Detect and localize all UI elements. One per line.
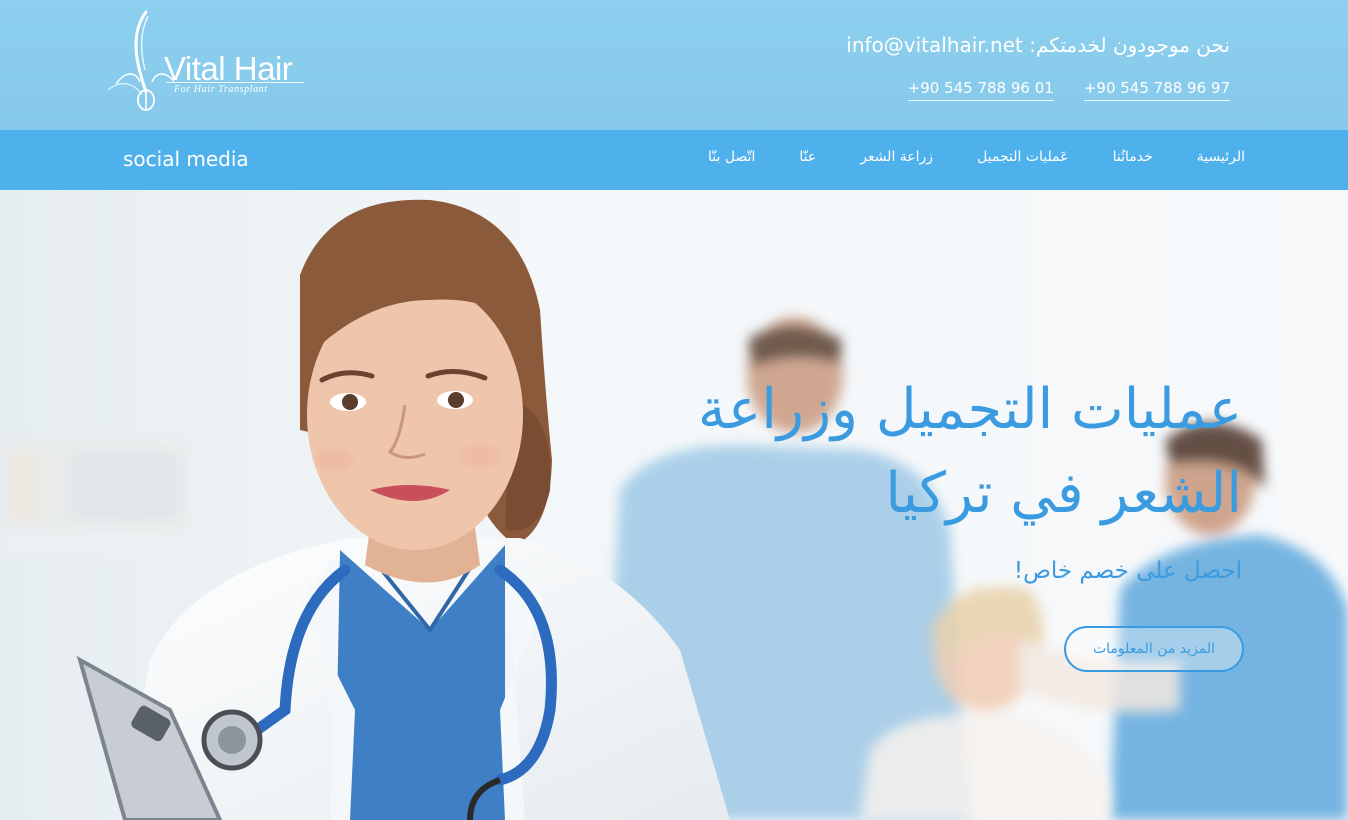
nav-item-home[interactable]: الرئيسية: [1197, 149, 1245, 165]
site-logo[interactable]: Vital Hair For Hair Transplant: [104, 10, 314, 115]
hero-subtitle: احصل على خصم خاص!: [1013, 558, 1242, 584]
logo-tagline: For Hair Transplant: [174, 84, 268, 95]
social-media-link[interactable]: social media: [123, 147, 249, 171]
nav-item-about[interactable]: عنّا: [799, 149, 816, 165]
more-info-button[interactable]: المزيد من المعلومات: [1064, 626, 1244, 672]
hero-title: عمليات التجميل وزراعة الشعر في تركيا: [697, 377, 1242, 526]
nav-item-contact[interactable]: اتّصل بنّا: [708, 149, 755, 165]
logo-divider: [166, 82, 304, 83]
contact-email[interactable]: نحن موجودون لخدمتكم: info@vitalhair.net: [846, 33, 1230, 57]
top-header: Vital Hair For Hair Transplant نحن موجود…: [0, 0, 1348, 130]
hero-banner: عمليات التجميل وزراعة الشعر في تركيا احص…: [0, 190, 1348, 820]
nav-item-cosmetic-surgery[interactable]: عَمليات التجميل: [977, 149, 1069, 165]
nav-item-hair-transplant[interactable]: زراعة الشعر: [860, 149, 933, 165]
nav-menu: الرئيسية خدماتُنا عَمليات التجميل زراعة …: [708, 149, 1245, 165]
phone-link-2[interactable]: +90 545 788 96 01: [907, 79, 1054, 101]
main-nav: social media الرئيسية خدماتُنا عَمليات ا…: [0, 130, 1348, 190]
phone-list: +90 545 788 96 97 +90 545 788 96 01: [907, 79, 1230, 101]
nav-item-services[interactable]: خدماتُنا: [1113, 149, 1153, 165]
phone-link-1[interactable]: +90 545 788 96 97: [1083, 79, 1230, 101]
